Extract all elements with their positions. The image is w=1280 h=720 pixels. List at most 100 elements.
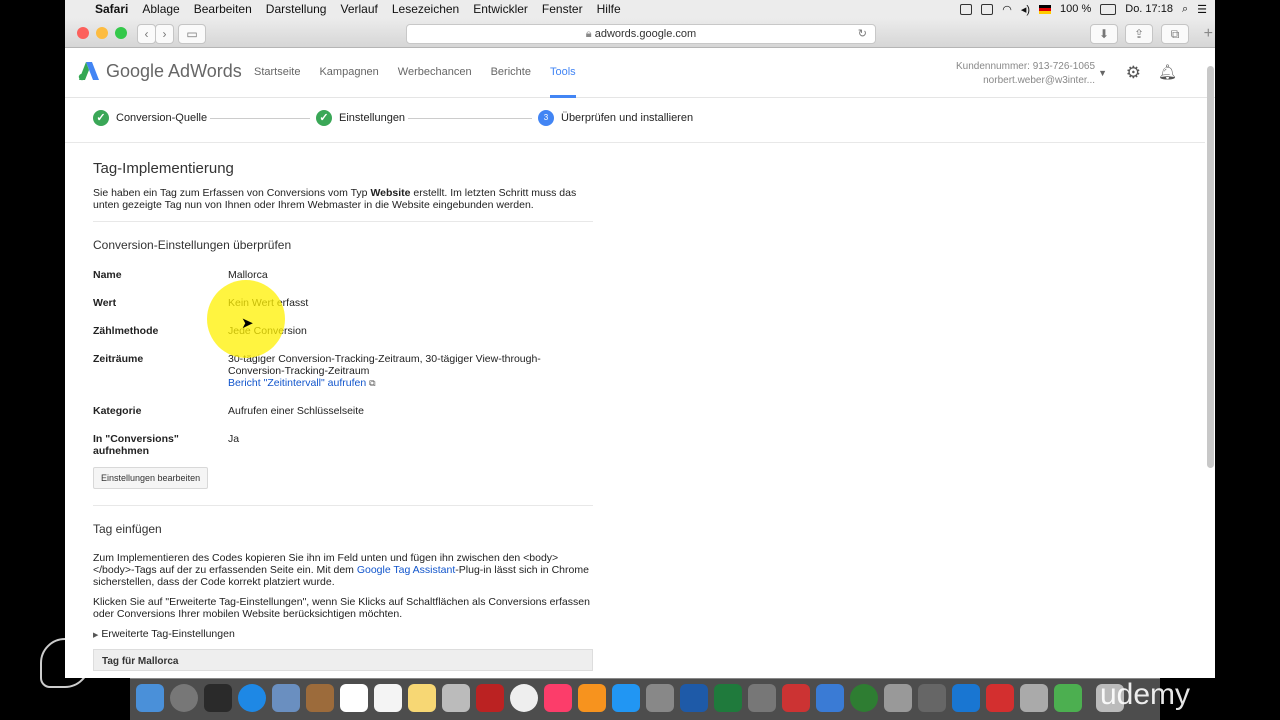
divider	[93, 221, 593, 222]
flag-icon[interactable]	[1039, 4, 1052, 14]
desc-text: erstellt. Im letzten Schritt muss das	[410, 187, 577, 199]
main-nav: Startseite Kampagnen Werbechancen Berich…	[254, 48, 595, 98]
account-switcher[interactable]: Kundennummer: 913-726-1065 norbert.weber…	[956, 60, 1095, 88]
menu-darstellung[interactable]: Darstellung	[266, 2, 327, 16]
row-label: Zählmethode	[93, 325, 159, 337]
section-title-tag-impl: Tag-Implementierung	[93, 160, 234, 177]
reload-icon[interactable]: ↻	[858, 25, 867, 43]
menu-bearbeiten[interactable]: Bearbeiten	[194, 2, 252, 16]
contacts-icon[interactable]	[306, 684, 334, 712]
volume-icon[interactable]: ◂)	[1021, 3, 1030, 16]
insert-text: Klicken Sie auf "Erweiterte Tag-Einstell…	[93, 596, 590, 608]
menu-entwickler[interactable]: Entwickler	[473, 2, 528, 16]
scrollbar[interactable]	[1207, 66, 1214, 468]
teamviewer-icon[interactable]	[952, 684, 980, 712]
step-ueberpruefen: 3 Überprüfen und installieren	[538, 110, 693, 126]
itunes-icon[interactable]	[544, 684, 572, 712]
utility-icon[interactable]	[884, 684, 912, 712]
minimize-window-button[interactable]	[96, 27, 108, 39]
system-preferences-icon[interactable]	[646, 684, 674, 712]
help-icon[interactable]	[918, 684, 946, 712]
menu-ablage[interactable]: Ablage	[142, 2, 179, 16]
row-label-line: aufnehmen	[93, 445, 150, 457]
app-store-icon[interactable]	[612, 684, 640, 712]
zoom-window-button[interactable]	[115, 27, 127, 39]
row-value: Mallorca	[228, 269, 268, 281]
step-conversion-quelle: ✓ Conversion-Quelle	[93, 110, 207, 126]
customer-number: Kundennummer: 913-726-1065	[956, 61, 1095, 72]
nav-startseite[interactable]: Startseite	[254, 48, 300, 98]
finder-icon[interactable]	[136, 684, 164, 712]
zeitintervall-report-link[interactable]: Bericht "Zeitintervall" aufrufen	[228, 377, 366, 389]
advanced-tag-settings-toggle[interactable]: ▶ Erweiterte Tag-Einstellungen	[93, 628, 593, 642]
section-title-review: Conversion-Einstellungen überprüfen	[93, 238, 292, 252]
address-bar[interactable]: 🔒︎ adwords.google.com ↻	[406, 24, 876, 44]
gear-icon[interactable]: ⚙	[1126, 63, 1141, 83]
safari-icon[interactable]	[238, 684, 266, 712]
camtasia-icon[interactable]	[1054, 684, 1082, 712]
logo-text: Google AdWords	[106, 60, 242, 81]
preview-icon[interactable]	[272, 684, 300, 712]
photo-booth-icon[interactable]	[476, 684, 504, 712]
chevron-down-icon[interactable]: ▼	[1098, 68, 1107, 78]
nav-kampagnen[interactable]: Kampagnen	[319, 48, 378, 98]
nav-tools[interactable]: Tools	[549, 48, 576, 98]
notes-icon[interactable]	[408, 684, 436, 712]
photos-icon[interactable]	[510, 684, 538, 712]
acrobat-icon[interactable]	[986, 684, 1014, 712]
excel-icon[interactable]	[714, 684, 742, 712]
new-tab-icon[interactable]: +	[1204, 25, 1213, 43]
downloads-icon[interactable]: ⬇︎	[1090, 24, 1118, 44]
utility-icon[interactable]	[1020, 684, 1048, 712]
external-link-icon[interactable]: ⧉	[369, 378, 375, 388]
share-icon[interactable]: ⇪	[1125, 24, 1153, 44]
clock[interactable]: Do. 17:18	[1125, 3, 1173, 15]
menu-fenster[interactable]: Fenster	[542, 2, 583, 16]
nav-berichte[interactable]: Berichte	[491, 48, 531, 98]
forward-button[interactable]: ›	[155, 24, 174, 44]
mission-control-icon[interactable]	[204, 684, 232, 712]
edit-settings-button[interactable]: Einstellungen bearbeiten	[93, 467, 209, 489]
step-number: 3	[538, 110, 554, 126]
battery-label[interactable]: 100 %	[1060, 3, 1091, 15]
lync-icon[interactable]	[816, 684, 844, 712]
adwords-logo[interactable]: Google AdWords	[78, 60, 242, 82]
menu-hilfe[interactable]: Hilfe	[597, 2, 621, 16]
adwords-logo-icon	[78, 62, 99, 81]
globe-icon[interactable]	[850, 684, 878, 712]
notification-center-icon[interactable]: ☰	[1197, 3, 1207, 16]
row-value: 30-tägiger Conversion-Tracking-Zeitraum,…	[228, 353, 588, 389]
calendar-icon[interactable]	[340, 684, 368, 712]
ibooks-icon[interactable]	[578, 684, 606, 712]
bell-icon[interactable]: 🔔︎	[1158, 63, 1177, 81]
insert-advanced-description: Klicken Sie auf "Erweiterte Tag-Einstell…	[93, 596, 593, 620]
menu-lesezeichen[interactable]: Lesezeichen	[392, 2, 459, 16]
account-email: norbert.weber@w3inter...	[983, 75, 1095, 86]
nav-werbechancen[interactable]: Werbechancen	[398, 48, 472, 98]
word-icon[interactable]	[680, 684, 708, 712]
menu-verlauf[interactable]: Verlauf	[340, 2, 377, 16]
tag-impl-description: Sie haben ein Tag zum Erfassen von Conve…	[93, 187, 593, 211]
divider	[93, 505, 593, 506]
launchpad-icon[interactable]	[170, 684, 198, 712]
insert-text: -Plug-in lässt sich in Chrome	[455, 564, 589, 576]
sidebar-toggle-icon[interactable]: ▭	[178, 24, 206, 44]
insert-text: Zum Implementieren des Codes kopieren Si…	[93, 552, 559, 564]
step-connector	[408, 118, 532, 119]
status-icon[interactable]	[981, 3, 994, 15]
back-button[interactable]: ‹	[137, 24, 156, 44]
reminders-icon[interactable]	[374, 684, 402, 712]
status-icon[interactable]	[960, 3, 973, 15]
mac-menubar: Safari Ablage Bearbeiten Darstellung Ver…	[65, 0, 1215, 18]
menu-app[interactable]: Safari	[95, 2, 128, 16]
expand-arrow-icon: ▶	[93, 632, 99, 639]
tag-assistant-link[interactable]: Google Tag Assistant	[357, 564, 455, 576]
spotlight-icon[interactable]: ⌕	[1182, 3, 1188, 16]
powerpoint-icon[interactable]	[782, 684, 810, 712]
maps-icon[interactable]	[442, 684, 470, 712]
wifi-icon[interactable]: ◠	[1002, 3, 1012, 16]
tabs-overview-icon[interactable]: ⧉	[1161, 24, 1189, 44]
row-label-line: In "Conversions"	[93, 433, 179, 445]
help-icon[interactable]	[748, 684, 776, 712]
close-window-button[interactable]	[77, 27, 89, 39]
